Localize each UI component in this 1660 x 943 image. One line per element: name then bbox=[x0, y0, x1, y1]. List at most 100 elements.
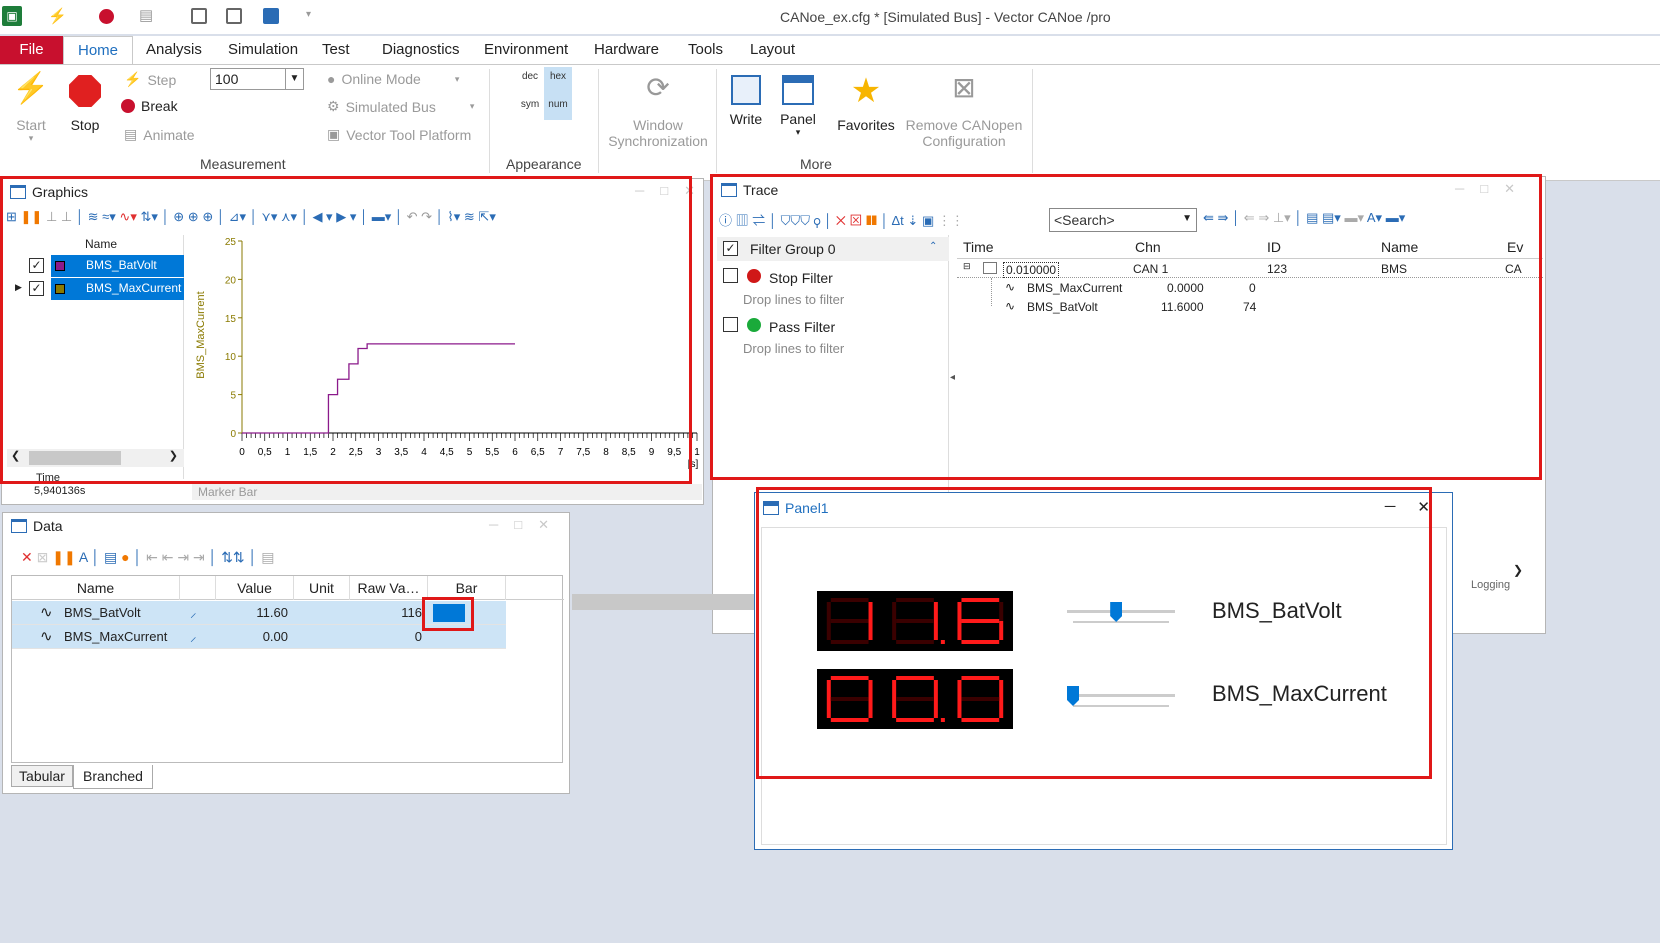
step-count-input[interactable]: 100 ▼ bbox=[210, 68, 304, 90]
signal2-icon[interactable]: ≈▾ bbox=[102, 209, 116, 224]
pause-icon[interactable]: ❚❚ bbox=[52, 549, 75, 565]
stop-button[interactable]: Stop bbox=[62, 71, 108, 133]
collapse-icon[interactable]: ⌃ bbox=[929, 241, 937, 252]
checkbox[interactable]: ✓ bbox=[29, 281, 44, 296]
more-icon[interactable]: ⇱▾ bbox=[478, 209, 495, 224]
qat-dropdown-icon[interactable]: ▾ bbox=[306, 9, 311, 20]
scroll-right-icon[interactable]: ❯ bbox=[169, 449, 178, 462]
step-count-dropdown-icon[interactable]: ▼ bbox=[285, 69, 303, 89]
write-button[interactable]: Write bbox=[724, 71, 768, 127]
table-row[interactable]: ∿ BMS_MaxCurrent ⸝ 0.00 0 bbox=[12, 625, 506, 649]
sort-icon[interactable]: ⇅⇅ bbox=[221, 549, 244, 565]
scroll-icon[interactable]: ⇣ bbox=[907, 213, 918, 228]
search-prev-icon[interactable]: ⇚ bbox=[1203, 210, 1214, 225]
filter3-icon[interactable]: ⛉ bbox=[800, 213, 810, 228]
search-next-icon[interactable]: ⇛ bbox=[1218, 210, 1229, 225]
clear-icon[interactable]: ⊠ bbox=[849, 213, 862, 228]
stop-record-icon[interactable] bbox=[99, 9, 114, 24]
expand-icon[interactable]: ⊟ bbox=[963, 261, 971, 272]
maximize-icon[interactable]: □ bbox=[1480, 181, 1488, 197]
window-icon[interactable]: ▣ bbox=[922, 213, 934, 228]
wave-icon[interactable]: ∿▾ bbox=[119, 209, 136, 224]
online-mode-button[interactable]: ● Online Mode ▾ bbox=[327, 71, 459, 87]
col-time[interactable]: Time bbox=[963, 239, 994, 255]
col-ev[interactable]: Ev bbox=[1507, 239, 1523, 255]
info-icon[interactable]: ⓘ bbox=[719, 213, 732, 228]
tab-diagnostics[interactable]: Diagnostics bbox=[382, 41, 460, 58]
open-folder-icon[interactable]: ▤ bbox=[139, 6, 153, 24]
animate-button[interactable]: ▤ Animate bbox=[124, 126, 195, 143]
scroll-right-icon[interactable]: ❯ bbox=[1513, 563, 1523, 577]
mark-icon[interactable]: ⊥▾ bbox=[1273, 210, 1291, 225]
prev-icon[interactable]: ◀ ▾ bbox=[312, 209, 332, 224]
close-icon[interactable]: ✕ bbox=[1417, 498, 1430, 516]
simulated-bus-button[interactable]: ⚙ Simulated Bus ▾ bbox=[327, 98, 474, 115]
vector-tool-platform-button[interactable]: ▣ Vector Tool Platform bbox=[327, 126, 471, 143]
log-icon[interactable]: ▤ bbox=[1306, 210, 1318, 225]
tab-layout[interactable]: Layout bbox=[750, 41, 795, 58]
tab-test[interactable]: Test bbox=[322, 41, 350, 58]
col-bar[interactable]: Bar bbox=[428, 576, 506, 600]
break-button[interactable]: Break bbox=[121, 98, 178, 114]
checkbox[interactable] bbox=[723, 317, 738, 332]
window-sync-button[interactable]: ⟳ Window Synchronization bbox=[606, 71, 710, 149]
delta-time-icon[interactable]: Δt bbox=[892, 213, 904, 228]
layout-icon[interactable]: ▬▾ bbox=[372, 209, 392, 224]
find-icon[interactable]: ⚲ bbox=[814, 213, 821, 228]
favorites-button[interactable]: ★ Favorites bbox=[834, 71, 898, 133]
table-row[interactable]: ⊟ 0.010000 CAN 1 123 BMS CA bbox=[957, 260, 1543, 278]
close-icon[interactable]: ✕ bbox=[538, 517, 549, 533]
col-id[interactable]: ID bbox=[1267, 239, 1281, 255]
layout-icon[interactable]: ▬▾ bbox=[1344, 210, 1364, 225]
config-icon[interactable] bbox=[263, 8, 279, 24]
fit-icon[interactable]: ⊞ bbox=[6, 209, 17, 224]
col-value[interactable]: Value bbox=[216, 576, 294, 600]
columns-icon[interactable]: ⋮⋮ bbox=[938, 213, 964, 228]
num-label[interactable]: num bbox=[544, 99, 572, 110]
panel-icon[interactable]: ▤ bbox=[261, 549, 274, 565]
col-raw[interactable]: Raw Va… bbox=[350, 576, 428, 600]
splitter-handle[interactable]: ◂ bbox=[950, 372, 955, 383]
signal-list-scrollbar[interactable]: ❮ ❯ bbox=[7, 449, 184, 467]
row-edit-icon[interactable]: ⸝ bbox=[190, 603, 197, 621]
col-unit[interactable]: Unit bbox=[294, 576, 350, 600]
signal-icon[interactable]: ≋ bbox=[88, 209, 99, 224]
filter-icon[interactable]: ⛉ bbox=[781, 213, 791, 228]
redo-icon[interactable]: ↷ bbox=[421, 209, 432, 224]
tab-branched[interactable]: Branched bbox=[73, 765, 153, 789]
save-all-icon[interactable] bbox=[226, 8, 242, 24]
graphics-plot[interactable]: BMS_MaxCurrent 25201510500 0,5 1 1,5 2 2,5 3 3,… bbox=[192, 235, 702, 479]
table-row[interactable]: ∿ BMS_MaxCurrent 0.0000 0 bbox=[957, 280, 1543, 298]
record-icon[interactable]: ● bbox=[121, 549, 129, 565]
stats-icon[interactable]: ▥ bbox=[736, 213, 749, 228]
close-icon[interactable]: ✕ bbox=[684, 183, 695, 199]
panel-button[interactable]: Panel ▾ bbox=[776, 71, 820, 138]
back-icon[interactable]: ⇐ bbox=[1244, 210, 1255, 225]
marker-icon[interactable]: ⊿▾ bbox=[229, 209, 246, 224]
scale-icon[interactable]: ⇅▾ bbox=[140, 209, 157, 224]
minimize-icon[interactable]: ─ bbox=[1455, 181, 1464, 197]
font-icon[interactable]: A▾ bbox=[1367, 210, 1382, 225]
delete-icon[interactable]: ✕ bbox=[836, 213, 846, 228]
table-row[interactable]: ∿ BMS_BatVolt ⸝ 11.60 116 bbox=[12, 601, 506, 625]
line-icon[interactable]: ⌇▾ bbox=[447, 209, 460, 224]
file-menu[interactable]: File bbox=[0, 36, 63, 64]
trace-search-box[interactable]: <Search> ▼ bbox=[1049, 208, 1197, 232]
cursor2-icon[interactable]: ⋏▾ bbox=[281, 209, 297, 224]
filter2-icon[interactable]: ⛉ bbox=[790, 213, 800, 228]
search-dropdown-icon[interactable]: ▼ bbox=[1182, 213, 1192, 224]
tab-environment[interactable]: Environment bbox=[484, 41, 568, 58]
scroll-thumb[interactable] bbox=[29, 451, 121, 465]
scroll-left-icon[interactable]: ❮ bbox=[11, 449, 20, 462]
dec-button[interactable]: dec bbox=[518, 71, 542, 82]
forward-icon[interactable]: ⇒ bbox=[1258, 210, 1269, 225]
checkbox[interactable]: ✓ bbox=[29, 258, 44, 273]
col-name[interactable]: Name bbox=[12, 576, 180, 600]
sym-button[interactable]: sym bbox=[518, 99, 542, 110]
axis-icon[interactable]: ⊥ bbox=[46, 209, 57, 224]
remove-canopen-button[interactable]: ⊠ Remove CANopen Configuration bbox=[904, 71, 1024, 149]
row-expand-icon[interactable]: ▶ bbox=[15, 282, 22, 293]
color-icon[interactable]: ▬▾ bbox=[1386, 210, 1406, 225]
tab-simulation[interactable]: Simulation bbox=[228, 41, 298, 58]
slider-max-current[interactable] bbox=[1067, 686, 1175, 707]
